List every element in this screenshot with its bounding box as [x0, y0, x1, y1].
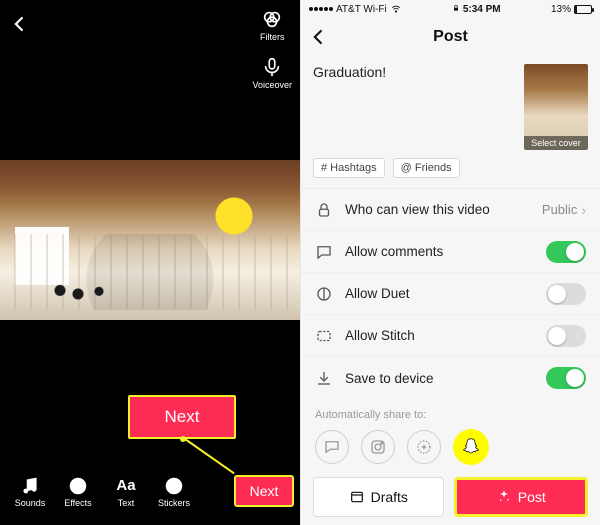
time-label: 5:34 PM: [463, 4, 501, 15]
post-label: Post: [518, 489, 546, 505]
share-more-button[interactable]: [407, 430, 441, 464]
privacy-value: Public: [542, 202, 577, 217]
lock-icon: [452, 3, 460, 13]
share-message-button[interactable]: [315, 430, 349, 464]
text-symbol: Aa: [116, 476, 136, 496]
drafts-label: Drafts: [371, 489, 408, 505]
duet-row: Allow Duet: [301, 273, 600, 315]
post-footer: Drafts Post: [301, 477, 600, 517]
comments-row: Allow comments: [301, 231, 600, 273]
drafts-icon: [349, 489, 365, 505]
caption-input[interactable]: Graduation!: [313, 64, 516, 150]
sounds-tab[interactable]: Sounds: [6, 476, 54, 508]
stitch-row: Allow Stitch: [301, 315, 600, 357]
post-button[interactable]: Post: [454, 477, 589, 517]
video-preview[interactable]: [0, 160, 300, 320]
comments-toggle[interactable]: [546, 241, 586, 263]
stickers-label: Stickers: [158, 498, 190, 508]
save-row: Save to device: [301, 357, 600, 399]
filters-button[interactable]: Filters: [252, 8, 292, 42]
share-label: Automatically share to:: [315, 409, 586, 421]
stitch-label: Allow Stitch: [345, 328, 546, 343]
lock-icon: [315, 201, 333, 219]
status-bar: AT&T Wi-Fi 5:34 PM 13%: [301, 0, 600, 18]
settings-list: Who can view this video Public › Allow c…: [301, 188, 600, 399]
cover-selector[interactable]: Select cover: [524, 64, 588, 150]
sparkle-icon: [496, 489, 512, 505]
privacy-label: Who can view this video: [345, 202, 542, 217]
cover-label: Select cover: [524, 136, 588, 150]
editor-tools: Filters Voiceover: [252, 8, 292, 104]
wifi-icon: [390, 4, 402, 14]
page-title: Post: [301, 28, 600, 46]
post-header: Post: [301, 18, 600, 56]
back-button[interactable]: [10, 14, 30, 34]
friends-chip[interactable]: @ Friends: [393, 158, 460, 178]
next-callout-label: Next: [165, 407, 200, 427]
share-instagram-button[interactable]: [361, 430, 395, 464]
stickers-tab[interactable]: Stickers: [150, 476, 198, 508]
next-label: Next: [250, 483, 279, 499]
save-toggle[interactable]: [546, 367, 586, 389]
next-callout-button[interactable]: Next: [128, 395, 236, 439]
save-label: Save to device: [345, 371, 546, 386]
instagram-icon: [369, 438, 387, 456]
editor-bottom-bar: Sounds Effects Aa Text Stickers Next: [0, 465, 300, 525]
download-icon: [315, 369, 333, 387]
post-back-button[interactable]: [309, 27, 329, 47]
duet-toggle[interactable]: [546, 283, 586, 305]
text-tab[interactable]: Aa Text: [102, 476, 150, 508]
hashtags-chip[interactable]: # Hashtags: [313, 158, 385, 178]
share-snapchat-button[interactable]: [453, 429, 489, 465]
voiceover-button[interactable]: Voiceover: [252, 56, 292, 90]
filters-label: Filters: [260, 32, 285, 42]
post-pane: AT&T Wi-Fi 5:34 PM 13% Post Graduation! …: [300, 0, 600, 525]
signal-icon: [309, 7, 333, 11]
battery-pct: 13%: [551, 4, 571, 15]
message-icon: [323, 438, 341, 456]
comment-icon: [315, 243, 333, 261]
duet-icon: [315, 285, 333, 303]
drafts-button[interactable]: Drafts: [313, 477, 444, 517]
carrier-label: AT&T Wi-Fi: [336, 4, 387, 15]
sounds-label: Sounds: [15, 498, 46, 508]
next-button[interactable]: Next: [234, 475, 294, 507]
battery-icon: [574, 5, 592, 14]
chevron-right-icon: ›: [581, 202, 586, 218]
comments-label: Allow comments: [345, 244, 546, 259]
snapchat-icon: [460, 436, 482, 458]
plus-icon: [415, 438, 433, 456]
effects-tab[interactable]: Effects: [54, 476, 102, 508]
share-section: Automatically share to:: [301, 399, 600, 465]
effects-label: Effects: [64, 498, 91, 508]
editor-pane: Filters Voiceover Next Sounds: [0, 0, 300, 525]
privacy-row[interactable]: Who can view this video Public ›: [301, 189, 600, 231]
stitch-icon: [315, 327, 333, 345]
duet-label: Allow Duet: [345, 286, 546, 301]
voiceover-label: Voiceover: [252, 80, 292, 90]
stitch-toggle[interactable]: [546, 325, 586, 347]
text-label: Text: [118, 498, 135, 508]
